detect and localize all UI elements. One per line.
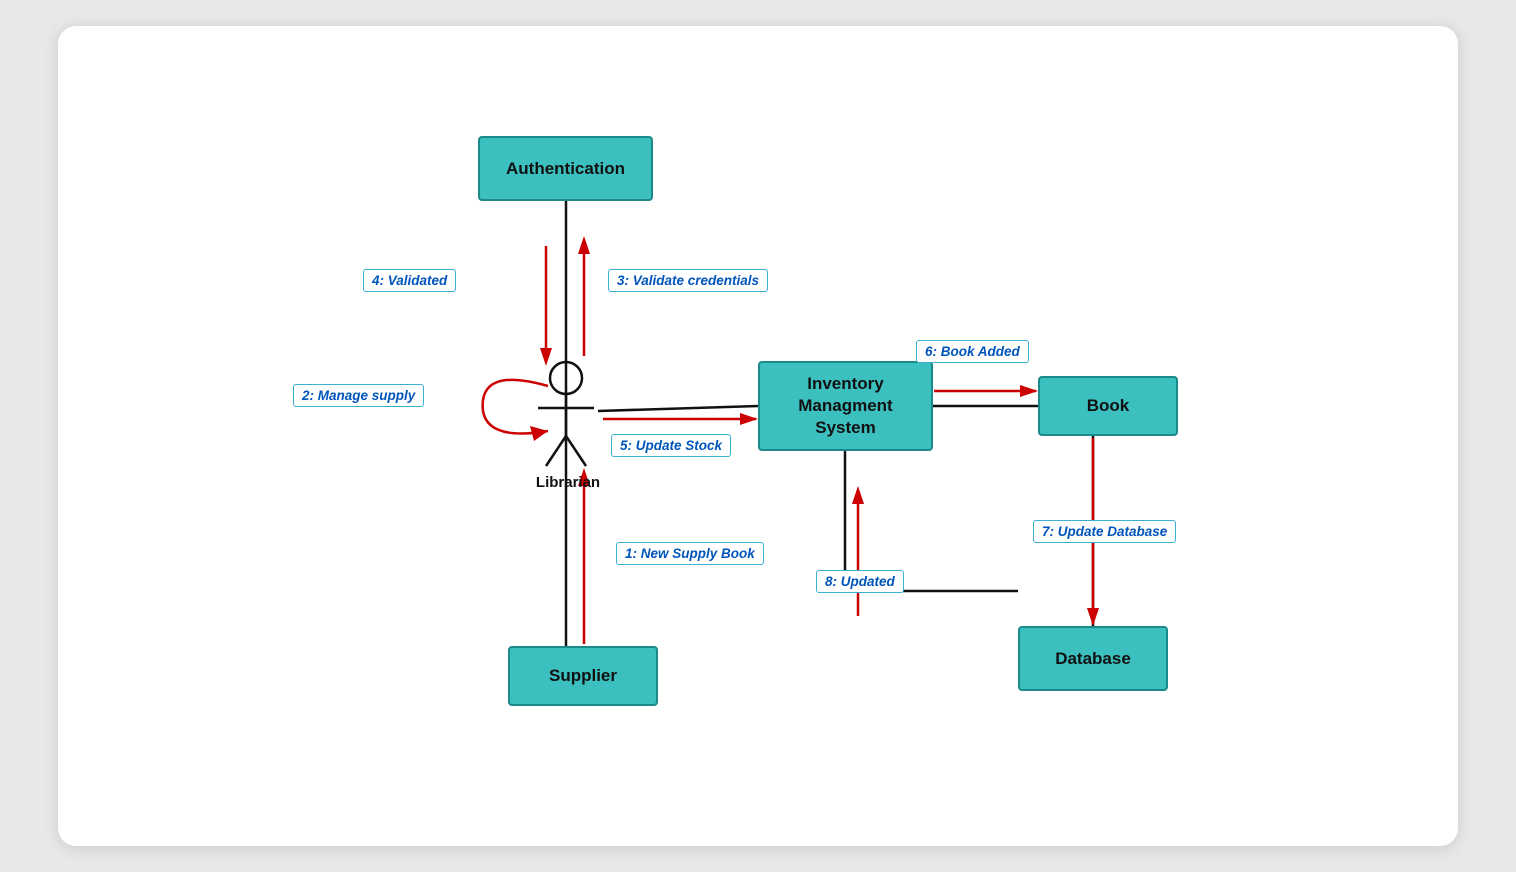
book-box: Book — [1038, 376, 1178, 436]
inventory-label: InventoryManagmentSystem — [798, 373, 892, 439]
label-updated: 8: Updated — [816, 570, 904, 593]
librarian-label: Librarian — [533, 474, 603, 491]
diagram-canvas: Authentication InventoryManagmentSystem … — [58, 26, 1458, 846]
label-new-supply-book: 1: New Supply Book — [616, 542, 764, 565]
authentication-box: Authentication — [478, 136, 653, 201]
inventory-box: InventoryManagmentSystem — [758, 361, 933, 451]
label-book-added: 6: Book Added — [916, 340, 1029, 363]
label-validated: 4: Validated — [363, 269, 456, 292]
label-manage-supply: 2: Manage supply — [293, 384, 424, 407]
label-update-database: 7: Update Database — [1033, 520, 1176, 543]
label-validate-credentials: 3: Validate credentials — [608, 269, 768, 292]
supplier-box: Supplier — [508, 646, 658, 706]
label-update-stock: 5: Update Stock — [611, 434, 731, 457]
database-box: Database — [1018, 626, 1168, 691]
